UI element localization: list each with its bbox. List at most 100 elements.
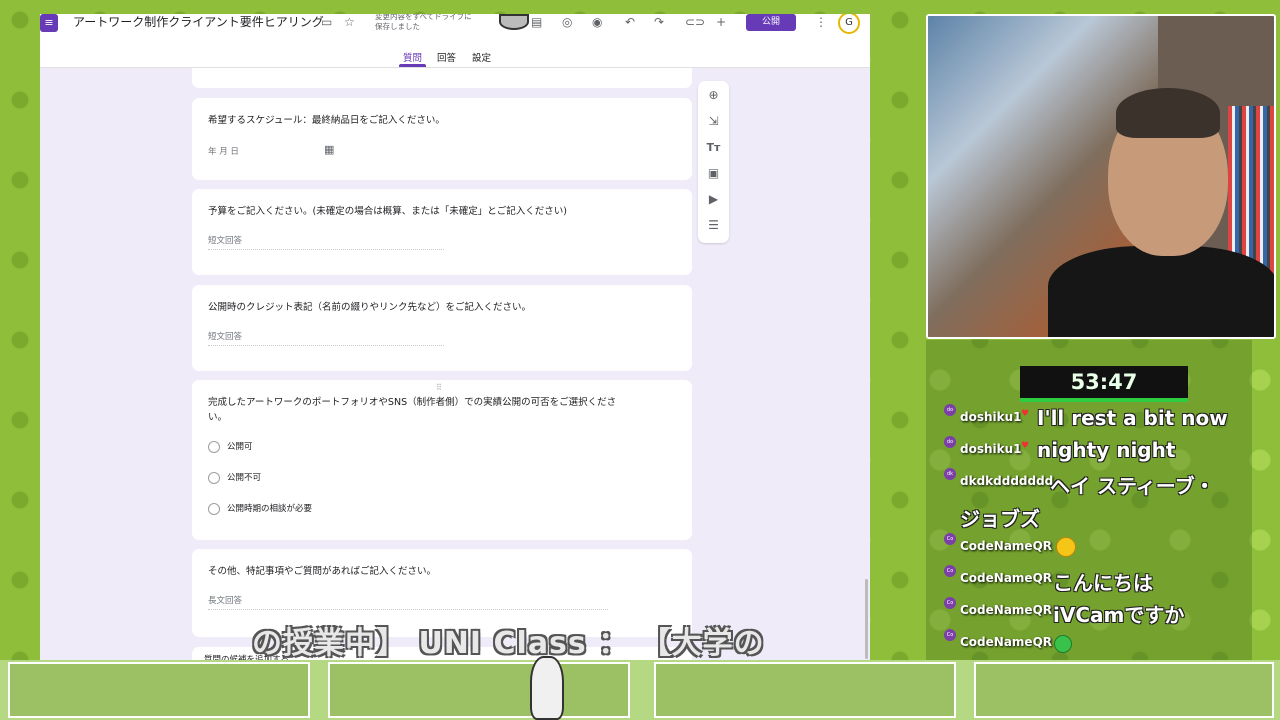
ticker-overlay: の授業中】 UNI Class ： 【大学の [252,626,765,661]
chat-username: CodeNameQR [960,635,1053,649]
bottom-frame [328,662,630,718]
date-placeholder[interactable]: 年 月 日 [208,145,239,157]
avatar[interactable]: G [838,14,860,34]
user-badge: do [944,404,956,416]
tab-settings[interactable]: 設定 [472,50,491,64]
radio-label: 公開不可 [227,473,262,483]
chat-username: doshiku1 [960,410,1022,424]
countdown-timer: 53:47 [1020,366,1188,402]
person-body [1048,246,1274,337]
mascot-sprite-top [499,14,529,30]
more-options-icon[interactable]: ⋮ [815,14,827,30]
tab-responses[interactable]: 回答 [437,50,456,64]
timer-text: 53:47 [1070,370,1138,394]
form-title[interactable]: アートワーク制作クライアント要件ヒアリング [73,14,324,30]
radio-label: 公開可 [227,442,253,452]
green-face-emoji-icon [1054,634,1072,658]
save-status-line1: 変更内容をすべてドライブに [375,14,472,21]
chat-text: ヘイ スティーブ・ [1050,474,1215,498]
radio-button[interactable] [208,472,220,484]
preview-eye-icon[interactable]: ◉ [592,14,602,30]
question-title: その他、特記事項やご質問があればご記入ください。 [208,566,437,577]
star-icon[interactable]: ☆ [344,14,355,30]
chat-text: nighty night [1037,438,1176,462]
heart-icon: ♥ [1021,441,1030,451]
active-tab-indicator [399,64,426,67]
calendar-icon[interactable]: ▦ [324,143,334,156]
forms-header: ≡ アートワーク制作クライアント要件ヒアリング ▭ ☆ 変更内容をすべてドライブ… [40,14,870,68]
long-answer-placeholder[interactable]: 長文回答 [208,594,242,606]
chat-text: I'll rest a bit now [1037,406,1228,430]
chat-username: doshiku1 [960,442,1022,456]
bottom-frame [974,662,1274,718]
heart-icon: ♥ [1021,409,1030,419]
chat-message: do doshiku1 ♥ I'll rest a bit now [944,404,1234,434]
chat-text: こんにちは [1053,571,1153,595]
bottom-overlay-bar [0,660,1280,720]
chat-message: Co CodeNameQR [944,533,1234,563]
mascot-sprite [530,656,564,720]
question-title-line1: 完成したアートワークのポートフォリオやSNS（制作者側）での実績公開の可否をご選… [208,397,617,408]
question-title-line2: い。 [208,412,228,423]
chat-username: dkdkddddddd [960,474,1054,488]
save-status: 変更内容をすべてドライブに 保存しました [375,14,485,32]
grinning-face-emoji-icon [1056,537,1076,562]
bottom-frame [654,662,956,718]
question-card-partial[interactable] [192,68,692,88]
chat-message: Co CodeNameQR [944,629,1234,659]
forms-logo-icon[interactable]: ≡ [40,14,58,32]
add-question-icon[interactable]: ⊕ [704,86,723,105]
radio-button[interactable] [208,441,220,453]
person-hair [1116,88,1220,138]
link-icon[interactable]: ⊂⊃ [685,14,705,30]
bottom-frame [8,662,310,718]
chat-username: CodeNameQR [960,603,1053,617]
chat-username: CodeNameQR [960,571,1053,585]
add-section-icon[interactable]: ☰ [704,216,723,235]
answer-underline [208,249,444,250]
google-forms-window: ≡ アートワーク制作クライアント要件ヒアリング ▭ ☆ 変更内容をすべてドライブ… [40,14,870,662]
question-title: 完成したアートワークのポートフォリオやSNS（制作者側）での実績公開の可否をご選… [208,395,678,425]
chat-message: do doshiku1 ♥ nighty night [944,436,1234,466]
radio-label: 公開時期の相談が必要 [227,504,313,514]
chat-message: Co CodeNameQR iVCamですか [944,597,1234,627]
question-card-credit[interactable]: 公開時のクレジット表記（名前の綴りやリンク先など）をご記入ください。 短文回答 [192,285,692,371]
question-title: 公開時のクレジット表記（名前の綴りやリンク先など）をご記入ください。 [208,302,532,313]
tab-questions[interactable]: 質問 [403,50,422,64]
short-answer-placeholder[interactable]: 短文回答 [208,330,242,342]
redo-icon[interactable]: ↷ [654,14,664,30]
user-badge: do [944,436,956,448]
webcam-feed [926,14,1276,339]
user-badge: Co [944,565,956,577]
add-video-icon[interactable]: ▶ [704,190,723,209]
user-badge: dk [944,468,956,480]
chat-text-continued: ジョブズ [960,507,1040,531]
add-title-icon[interactable]: Tт [704,138,723,157]
undo-icon[interactable]: ↶ [625,14,635,30]
radio-button[interactable] [208,503,220,515]
publish-button[interactable]: 公開 [746,14,796,31]
import-questions-icon[interactable]: ⇲ [704,112,723,131]
question-card-budget[interactable]: 予算をご記入ください。(未確定の場合は概算、または「未確定」とご記入ください) … [192,189,692,275]
floating-toolbar: ⊕ ⇲ Tт ▣ ▶ ☰ [698,81,729,243]
question-card-schedule[interactable]: 希望するスケジュール：最終納品日をご記入ください。 年 月 日 ▦ [192,98,692,180]
short-answer-placeholder[interactable]: 短文回答 [208,234,242,246]
chat-message: Co CodeNameQR こんにちは [944,565,1234,595]
answer-underline [208,345,444,346]
drag-handle-icon[interactable]: ⠿ [436,383,443,392]
chat-message: dk dkdkddddddd ヘイ スティーブ・ ジョブズ [944,468,1234,531]
palette-icon[interactable]: ◎ [562,14,572,30]
chat-username: CodeNameQR [960,539,1053,553]
user-badge: Co [944,597,956,609]
question-card-portfolio[interactable]: ⠿ 完成したアートワークのポートフォリオやSNS（制作者側）での実績公開の可否を… [192,380,692,540]
answer-underline [208,609,608,610]
add-image-icon[interactable]: ▣ [704,164,723,183]
question-title: 予算をご記入ください。(未確定の場合は概算、または「未確定」とご記入ください) [208,206,567,217]
add-collaborator-icon[interactable]: + [716,14,726,30]
save-status-line2: 保存しました [375,22,420,31]
chat-text: iVCamですか [1053,603,1185,627]
question-title: 希望するスケジュール：最終納品日をご記入ください。 [208,115,445,126]
scrollbar[interactable] [865,579,868,659]
sheets-icon[interactable]: ▤ [531,14,542,30]
folder-icon[interactable]: ▭ [321,14,332,30]
